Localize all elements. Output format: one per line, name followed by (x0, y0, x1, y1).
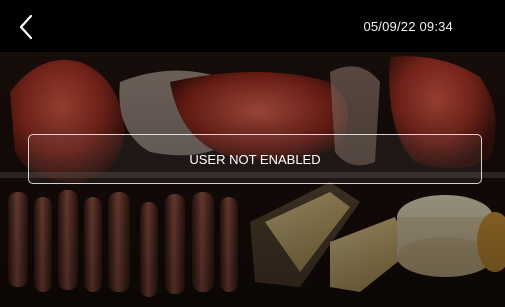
back-button[interactable] (16, 14, 38, 40)
message-text: USER NOT ENABLED (189, 151, 321, 167)
user-not-enabled-message: USER NOT ENABLED (28, 134, 482, 184)
chevron-left-icon (19, 14, 33, 40)
screen: 05/09/22 09:34 USER NOT ENABLED (0, 0, 505, 307)
top-bar: 05/09/22 09:34 (0, 0, 505, 52)
date-time: 05/09/22 09:34 (363, 19, 453, 34)
